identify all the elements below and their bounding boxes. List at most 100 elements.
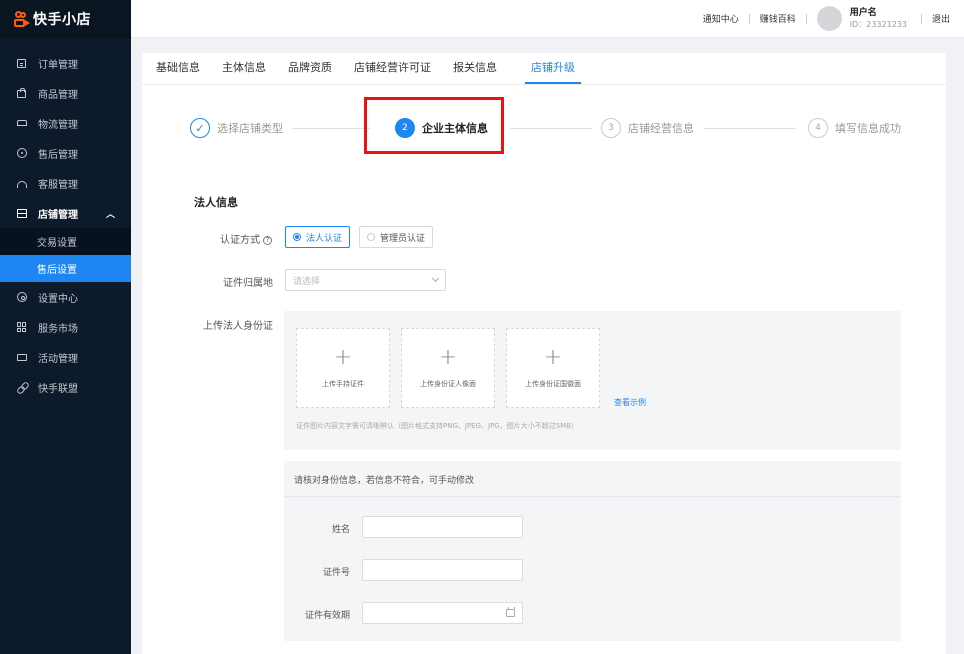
help-icon[interactable]: ? (263, 235, 272, 245)
progress-steps: ✓ 选择店铺类型 2 企业主体信息 3 店铺经营信息 4 填写信息成功 (142, 85, 946, 173)
view-example-link[interactable]: 查看示例 (614, 397, 646, 408)
step-4: 4 填写信息成功 (808, 118, 901, 138)
sidebar-item-label: 商品管理 (38, 89, 78, 101)
kuaishou-logo-icon (14, 11, 30, 27)
check-icon: ✓ (190, 118, 210, 138)
region-placeholder: 请选择 (293, 276, 321, 287)
notice-center-link[interactable]: 通知中心 (693, 12, 749, 25)
upload-handheld-id[interactable]: + 上传手持证件 (296, 328, 390, 408)
gear-icon (16, 292, 27, 303)
radio-label: 管理员认证 (380, 233, 426, 244)
radio-checked-icon (293, 233, 301, 241)
name-label: 姓名 (331, 525, 350, 535)
top-header: 通知中心 赚钱百科 用户名 ID：23321233 退出 (131, 0, 964, 38)
link-icon (16, 382, 27, 393)
upload-box-label: 上传手持证件 (322, 380, 364, 388)
tab-basic-info[interactable]: 基础信息 (156, 59, 200, 84)
sidebar-subitem-aftersale-settings[interactable]: 售后设置 (0, 255, 131, 282)
calendar-icon[interactable] (506, 607, 515, 617)
upload-box-label: 上传身份证国徽面 (525, 380, 581, 388)
store-icon (16, 208, 27, 219)
step-3: 3 店铺经营信息 (601, 118, 694, 138)
user-info[interactable]: 用户名 ID：23321233 (850, 8, 907, 30)
sidebar-nav: 订单管理 商品管理 物流管理 售后管理 客服管理 店铺管理 ︿ 交易设置 售后设… (0, 38, 131, 402)
region-label: 证件归属地 (223, 278, 273, 289)
sidebar-item-label: 活动管理 (38, 353, 78, 365)
sidebar-item-label: 售后管理 (38, 149, 78, 161)
upload-id-front[interactable]: + 上传身份证人像面 (401, 328, 495, 408)
tab-customs-info[interactable]: 报关信息 (453, 59, 497, 84)
radio-unchecked-icon (367, 233, 375, 241)
step-number: 3 (601, 118, 621, 138)
plus-icon: + (543, 345, 563, 370)
region-select[interactable]: 请选择 (285, 269, 446, 291)
sidebar-item-store[interactable]: 店铺管理 ︿ (0, 198, 131, 228)
sidebar-item-service-market[interactable]: 服务市场 (0, 312, 131, 342)
tab-bar: 基础信息 主体信息 品牌资质 店铺经营许可证 报关信息 店铺升级 (142, 53, 946, 85)
tab-brand-qualification[interactable]: 品牌资质 (288, 59, 332, 84)
step-1: ✓ 选择店铺类型 (190, 118, 283, 138)
plus-icon: + (333, 345, 353, 370)
upload-area: + 上传手持证件 + 上传身份证人像面 + 上传身份证国徽面 查看示例 证件图片… (284, 311, 901, 450)
sidebar-item-activities[interactable]: 活动管理 (0, 342, 131, 372)
upload-box-label: 上传身份证人像面 (420, 380, 476, 388)
radio-label: 法人认证 (306, 233, 343, 244)
sidebar-item-orders[interactable]: 订单管理 (0, 48, 131, 78)
sidebar-item-alliance[interactable]: 快手联盟 (0, 372, 131, 402)
auth-method-label-text: 认证方式 (220, 235, 260, 246)
tab-entity-info[interactable]: 主体信息 (222, 59, 266, 84)
section-title-legal-person: 法人信息 (194, 196, 238, 209)
step-connector (292, 128, 370, 129)
sidebar-item-label: 物流管理 (38, 119, 78, 131)
step-label: 店铺经营信息 (628, 122, 694, 135)
sidebar-item-aftersale[interactable]: 售后管理 (0, 138, 131, 168)
user-name: 用户名 (849, 7, 877, 18)
avatar[interactable] (816, 6, 842, 31)
truck-icon (16, 118, 27, 129)
sidebar-item-settings[interactable]: 设置中心 (0, 282, 131, 312)
logout-link[interactable]: 退出 (922, 12, 950, 25)
sidebar-item-products[interactable]: 商品管理 (0, 78, 131, 108)
grid-icon (16, 322, 27, 333)
verify-title: 请核对身份信息，若信息不符合，可手动修改 (294, 476, 475, 486)
step-number: 4 (808, 118, 828, 138)
verify-area: 请核对身份信息，若信息不符合，可手动修改 姓名 证件号 证件有效期 (284, 461, 901, 641)
auth-option-admin[interactable]: 管理员认证 (359, 226, 434, 248)
tab-business-license[interactable]: 店铺经营许可证 (354, 59, 431, 84)
order-icon (16, 58, 27, 69)
id-number-label: 证件号 (322, 568, 350, 578)
id-number-input[interactable] (362, 559, 523, 581)
headset-icon (16, 178, 27, 189)
tab-store-upgrade[interactable]: 店铺升级 (525, 59, 581, 84)
validity-label: 证件有效期 (304, 611, 350, 621)
current-step-highlight (364, 97, 504, 154)
sidebar-item-label: 设置中心 (38, 293, 78, 305)
sidebar-item-label: 店铺管理 (38, 209, 78, 221)
sidebar-subitem-trade-settings[interactable]: 交易设置 (0, 228, 131, 255)
upload-id-label: 上传法人身份证 (203, 321, 273, 332)
sidebar-item-customer-service[interactable]: 客服管理 (0, 168, 131, 198)
auth-method-label: 认证方式? (142, 231, 272, 246)
step-connector (510, 128, 592, 129)
name-input[interactable] (362, 516, 523, 538)
user-id: ID：23321233 (849, 19, 907, 29)
auth-option-legal-person[interactable]: 法人认证 (285, 226, 351, 248)
sidebar-item-logistics[interactable]: 物流管理 (0, 108, 131, 138)
app-name: 快手小店 (33, 12, 91, 28)
bag-icon (16, 88, 27, 99)
validity-date-input[interactable] (362, 602, 523, 624)
step-label: 选择店铺类型 (217, 122, 283, 135)
sidebar: 快手小店 订单管理 商品管理 物流管理 售后管理 客服管理 店铺管理 ︿ 交易设… (0, 0, 131, 654)
plus-icon: + (438, 345, 458, 370)
step-connector (704, 128, 796, 129)
step-label: 填写信息成功 (835, 122, 901, 135)
logo[interactable]: 快手小店 (0, 0, 131, 38)
sidebar-item-label: 服务市场 (38, 323, 78, 335)
main-card: 基础信息 主体信息 品牌资质 店铺经营许可证 报关信息 店铺升级 ✓ 选择店铺类… (142, 53, 946, 654)
upload-hint: 证件图片内容文字需可清晰辨认（图片格式支持PNG、JPEG、JPG，图片大小不超… (296, 422, 579, 430)
wiki-link[interactable]: 赚钱百科 (750, 12, 806, 25)
chevron-down-icon (431, 274, 440, 283)
ticket-icon (16, 352, 27, 363)
header-divider (805, 13, 807, 24)
upload-id-back[interactable]: + 上传身份证国徽面 (506, 328, 600, 408)
